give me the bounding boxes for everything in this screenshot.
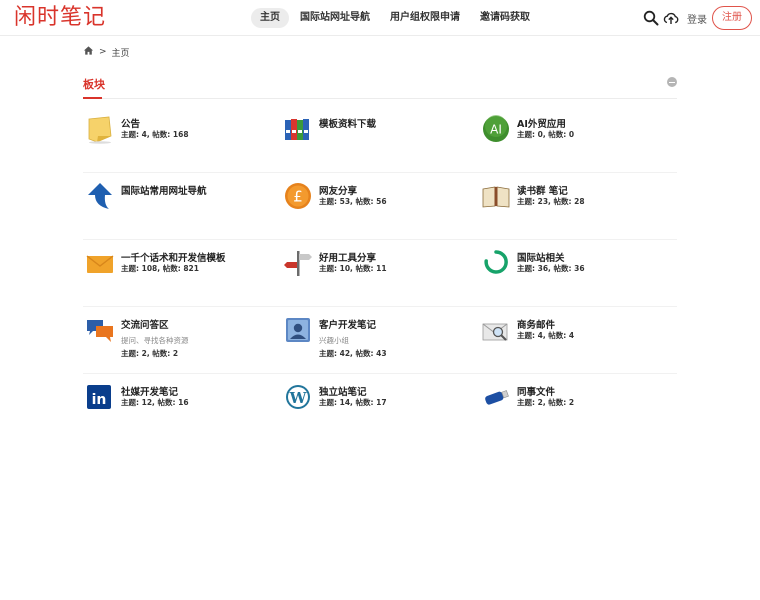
- breadcrumb: > 主页: [83, 45, 130, 59]
- top-header: 闲时笔记 主页 国际站网址导航 用户组权限申请 邀请码获取 登录 注册: [0, 0, 760, 36]
- forum-stats: 主题: 23, 帖数: 28: [517, 197, 585, 206]
- forum-stats: 主题: 4, 帖数: 4: [517, 331, 575, 340]
- forum-stats: 主题: 108, 帖数: 821: [121, 264, 199, 273]
- nav-item-site-nav[interactable]: 国际站网址导航: [291, 8, 379, 28]
- envelope-icon: [85, 248, 115, 278]
- forum-name[interactable]: 国际站常用网址导航: [121, 183, 207, 197]
- svg-text:in: in: [92, 392, 107, 408]
- nav-item-home[interactable]: 主页: [251, 8, 289, 28]
- home-icon[interactable]: [83, 45, 94, 59]
- svg-text:W: W: [289, 389, 308, 407]
- open-book-icon: [481, 181, 511, 211]
- forum-name[interactable]: 客户开发笔记: [319, 317, 376, 331]
- row-divider: [83, 373, 677, 374]
- forum-stats: 主题: 0, 帖数: 0: [517, 130, 575, 139]
- nav-item-permission[interactable]: 用户组权限申请: [381, 8, 469, 28]
- forum-item[interactable]: 国际站相关 主题: 36, 帖数: 36: [481, 248, 671, 302]
- row-divider: [83, 239, 677, 240]
- forum-item[interactable]: 客户开发笔记 兴趣小组 主题: 42, 帖数: 43: [283, 315, 473, 369]
- forum-name[interactable]: 社媒开发笔记: [121, 384, 178, 398]
- forum-stats: 主题: 14, 帖数: 17: [319, 398, 387, 407]
- linkedin-icon: in: [85, 382, 115, 412]
- forum-item[interactable]: in 社媒开发笔记 主题: 12, 帖数: 16: [85, 382, 275, 436]
- section-header: 板块: [83, 70, 677, 99]
- search-icon[interactable]: [643, 10, 659, 26]
- forum-item[interactable]: 读书群 笔记 主题: 23, 帖数: 28: [481, 181, 671, 235]
- row-divider: [83, 306, 677, 307]
- forum-name[interactable]: 一千个话术和开发信模板: [121, 250, 226, 264]
- upload-cloud-icon[interactable]: [663, 10, 679, 26]
- pound-coin-icon: £: [283, 181, 313, 211]
- nav-item-invite[interactable]: 邀请码获取: [471, 8, 539, 28]
- forum-name[interactable]: 同事文件: [517, 384, 555, 398]
- forum-name[interactable]: 交流问答区: [121, 317, 169, 331]
- forum-item[interactable]: 国际站常用网址导航: [85, 181, 275, 235]
- mail-search-icon: [481, 315, 511, 345]
- forum-item[interactable]: 公告 主题: 4, 帖数: 168: [85, 114, 275, 168]
- forum-description: 兴趣小组: [319, 336, 349, 345]
- forum-name[interactable]: 好用工具分享: [319, 250, 376, 264]
- section-title[interactable]: 板块: [83, 76, 105, 92]
- breadcrumb-separator: >: [99, 47, 107, 57]
- forum-item[interactable]: £ 网友分享 主题: 53, 帖数: 56: [283, 181, 473, 235]
- forum-stats: 主题: 10, 帖数: 11: [319, 264, 387, 273]
- site-logo[interactable]: 闲时笔记: [14, 4, 106, 32]
- svg-text:AI: AI: [490, 123, 502, 137]
- collapse-icon[interactable]: [667, 77, 677, 87]
- forum-description: 提问、寻找各种资源: [121, 336, 189, 345]
- forum-stats: 主题: 2, 帖数: 2: [517, 398, 575, 407]
- forum-stats: 主题: 36, 帖数: 36: [517, 264, 585, 273]
- forum-item[interactable]: 模板资料下载: [283, 114, 473, 168]
- forum-name[interactable]: 商务邮件: [517, 317, 555, 331]
- breadcrumb-current[interactable]: 主页: [112, 46, 130, 59]
- contact-card-icon: [283, 315, 313, 345]
- loading-ring-icon: [481, 248, 511, 278]
- arrow-up-icon: [85, 181, 115, 211]
- ai-badge-icon: AI: [481, 114, 511, 144]
- row-divider: [83, 172, 677, 173]
- forum-item[interactable]: 同事文件 主题: 2, 帖数: 2: [481, 382, 671, 436]
- section-title-underline: [83, 97, 102, 99]
- wordpress-icon: W: [283, 382, 313, 412]
- forum-item[interactable]: 一千个话术和开发信模板 主题: 108, 帖数: 821: [85, 248, 275, 302]
- forum-item[interactable]: 交流问答区 提问、寻找各种资源 主题: 2, 帖数: 2: [85, 315, 275, 369]
- register-button[interactable]: 注册: [712, 6, 752, 30]
- main-nav: 主页 国际站网址导航 用户组权限申请 邀请码获取: [251, 8, 539, 28]
- forum-item[interactable]: 商务邮件 主题: 4, 帖数: 4: [481, 315, 671, 369]
- forum-name[interactable]: 独立站笔记: [319, 384, 367, 398]
- usb-drive-icon: [481, 382, 511, 412]
- binders-icon: [283, 114, 313, 144]
- signpost-icon: [283, 248, 313, 278]
- login-link[interactable]: 登录: [687, 11, 707, 26]
- forum-name[interactable]: 公告: [121, 116, 140, 130]
- svg-text:£: £: [293, 188, 303, 206]
- forum-stats: 主题: 2, 帖数: 2: [121, 349, 179, 358]
- sticky-note-icon: [85, 114, 115, 144]
- chat-bubbles-icon: [85, 315, 115, 345]
- forum-stats: 主题: 42, 帖数: 43: [319, 349, 387, 358]
- forum-stats: 主题: 53, 帖数: 56: [319, 197, 387, 206]
- forum-item[interactable]: W 独立站笔记 主题: 14, 帖数: 17: [283, 382, 473, 436]
- forum-item[interactable]: 好用工具分享 主题: 10, 帖数: 11: [283, 248, 473, 302]
- forum-name[interactable]: 读书群 笔记: [517, 183, 568, 197]
- forum-name[interactable]: AI外贸应用: [517, 116, 566, 130]
- forum-name[interactable]: 网友分享: [319, 183, 357, 197]
- forum-item[interactable]: AI AI外贸应用 主题: 0, 帖数: 0: [481, 114, 671, 168]
- forum-name[interactable]: 模板资料下载: [319, 116, 376, 130]
- forum-stats: 主题: 4, 帖数: 168: [121, 130, 189, 139]
- forum-name[interactable]: 国际站相关: [517, 250, 565, 264]
- forum-stats: 主题: 12, 帖数: 16: [121, 398, 189, 407]
